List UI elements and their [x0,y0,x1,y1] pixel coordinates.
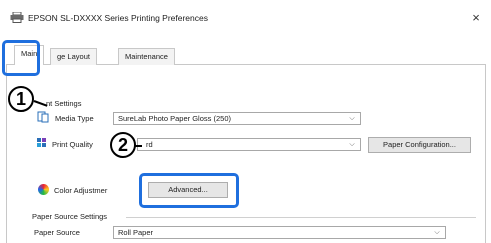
callout-2: 2 [110,132,136,158]
callout-1: 1 [8,86,34,112]
window-title: EPSON SL-DXXXX Series Printing Preferenc… [28,13,208,23]
paper-configuration-button[interactable]: Paper Configuration... [368,137,471,153]
section-divider [126,217,476,218]
advanced-button[interactable]: Advanced... [148,182,228,198]
color-wheel-icon [38,184,49,195]
paper-source-select[interactable]: Roll Paper ⌵ [113,226,446,239]
chevron-down-icon: ⌵ [349,115,355,122]
printing-preferences-window: EPSON SL-DXXXX Series Printing Preferenc… [0,0,491,243]
print-quality-select[interactable]: rd ⌵ [137,138,361,151]
chevron-down-icon: ⌵ [434,229,440,236]
chevron-down-icon: ⌵ [349,141,355,148]
tab-bar: Main ge Layout Maintenance [6,44,486,66]
print-quality-value: rd [146,140,153,149]
paper-source-value: Roll Paper [118,228,154,237]
media-type-icon [37,111,49,123]
print-settings-heading: nt Settings [46,99,82,108]
media-type-select[interactable]: SureLab Photo Paper Gloss (250) ⌵ [113,112,361,125]
close-icon: × [472,10,480,25]
title-bar: EPSON SL-DXXXX Series Printing Preferenc… [0,0,491,36]
print-quality-label: Print Quality [52,140,93,149]
media-type-label: Media Type [55,114,94,123]
print-quality-icon [37,138,46,147]
paper-source-label: Paper Source [34,228,80,237]
tab-maintenance[interactable]: Maintenance [118,48,175,65]
tab-main[interactable]: Main [14,45,45,66]
close-button[interactable]: × [461,8,491,28]
media-type-value: SureLab Photo Paper Gloss (250) [118,114,231,123]
paper-source-heading: Paper Source Settings [32,212,108,221]
tab-page-layout[interactable]: ge Layout [50,48,97,65]
color-adjustment-label: Color Adjustmer [54,186,108,195]
printer-icon [10,12,24,23]
